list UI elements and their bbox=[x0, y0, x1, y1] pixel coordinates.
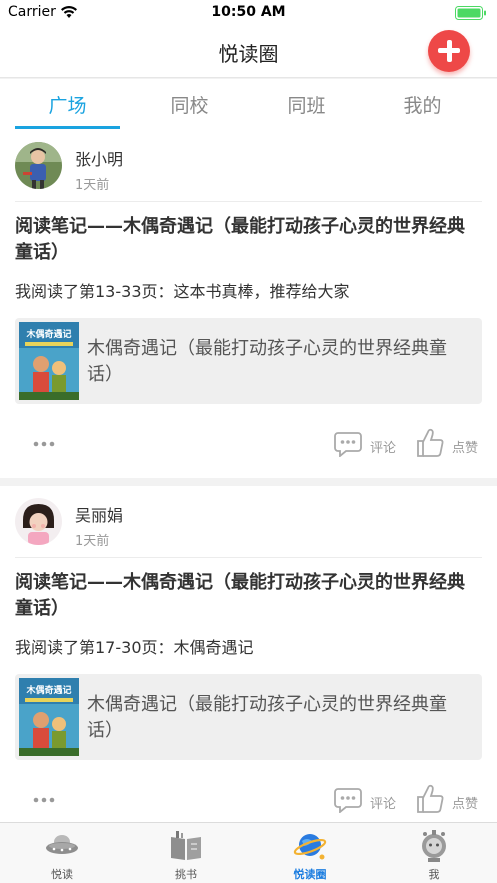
tab-mine[interactable]: 我的 bbox=[364, 91, 481, 118]
thumbs-up-icon bbox=[417, 428, 444, 457]
post-description: 我阅读了第13-33页：这本书真棒，推荐给大家 bbox=[15, 282, 350, 301]
tab-same-class[interactable]: 同班 bbox=[248, 91, 365, 118]
svg-text:木偶奇遇记: 木偶奇遇记 bbox=[25, 328, 71, 340]
comment-icon bbox=[334, 788, 362, 813]
status-bar: Carrier 10:50 AM bbox=[0, 0, 497, 26]
book-icon bbox=[171, 831, 201, 860]
ufo-icon bbox=[46, 835, 78, 854]
post-header: 吴丽娟 1天前 bbox=[0, 486, 497, 556]
bottom-tab-bar: 悦读 挑书 悦读圈 我 bbox=[0, 822, 497, 883]
thumbs-up-icon bbox=[417, 784, 444, 813]
tabbar-label: 悦读圈 bbox=[293, 868, 327, 881]
more-icon[interactable] bbox=[32, 440, 56, 448]
nav-bar: 悦读圈 bbox=[0, 26, 497, 78]
author-name[interactable]: 吴丽娟 bbox=[75, 502, 123, 526]
comment-button[interactable]: 评论 bbox=[334, 786, 404, 816]
status-time: 10:50 AM bbox=[211, 4, 286, 20]
divider bbox=[15, 201, 482, 202]
comment-icon bbox=[334, 432, 362, 457]
post-header: 张小明 1天前 bbox=[0, 130, 497, 200]
like-label: 点赞 bbox=[452, 797, 479, 812]
book-cover: 木偶奇遇记 bbox=[19, 678, 79, 756]
tabbar-label: 挑书 bbox=[175, 868, 197, 881]
tabbar-label: 我 bbox=[428, 868, 440, 881]
comment-button[interactable]: 评论 bbox=[334, 430, 404, 460]
like-button[interactable]: 点赞 bbox=[416, 784, 486, 816]
avatar[interactable] bbox=[15, 142, 62, 189]
book-card[interactable]: 木偶奇遇记 木偶奇遇记（最能打动孩子心灵的世界经典童话） bbox=[15, 674, 482, 760]
post-time: 1天前 bbox=[75, 178, 110, 193]
post-time: 1天前 bbox=[75, 534, 110, 549]
tabbar-item-read[interactable]: 悦读 bbox=[0, 823, 124, 883]
post-title[interactable]: 阅读笔记——木偶奇遇记（最能打动孩子心灵的世界经典童话） bbox=[15, 570, 480, 622]
post-title[interactable]: 阅读笔记——木偶奇遇记（最能打动孩子心灵的世界经典童话） bbox=[15, 214, 480, 266]
book-cover: 木偶奇遇记 bbox=[19, 322, 79, 400]
comment-label: 评论 bbox=[370, 797, 397, 812]
robot-icon bbox=[422, 830, 446, 862]
tabbar-label: 悦读 bbox=[51, 868, 73, 881]
tabbar-item-me[interactable]: 我 bbox=[372, 823, 496, 883]
post-card[interactable]: 张小明 1天前 阅读笔记——木偶奇遇记（最能打动孩子心灵的世界经典童话） 我阅读… bbox=[0, 130, 497, 478]
feed-tabs: 广场 同校 同班 我的 bbox=[0, 79, 497, 130]
avatar[interactable] bbox=[15, 498, 62, 545]
like-label: 点赞 bbox=[452, 441, 479, 456]
tab-square[interactable]: 广场 bbox=[9, 91, 126, 118]
tabbar-item-pick-books[interactable]: 挑书 bbox=[124, 823, 248, 883]
like-button[interactable]: 点赞 bbox=[416, 428, 486, 460]
add-post-button[interactable] bbox=[428, 30, 470, 72]
book-title: 木偶奇遇记（最能打动孩子心灵的世界经典童话） bbox=[87, 338, 447, 385]
planet-icon bbox=[293, 834, 327, 860]
svg-text:木偶奇遇记: 木偶奇遇记 bbox=[25, 684, 71, 696]
more-icon[interactable] bbox=[32, 796, 56, 804]
comment-label: 评论 bbox=[370, 441, 397, 456]
tab-indicator bbox=[15, 126, 120, 129]
author-name[interactable]: 张小明 bbox=[75, 146, 123, 170]
tab-same-school[interactable]: 同校 bbox=[131, 91, 248, 118]
tabbar-item-reading-circle[interactable]: 悦读圈 bbox=[248, 823, 372, 883]
post-card[interactable]: 吴丽娟 1天前 阅读笔记——木偶奇遇记（最能打动孩子心灵的世界经典童话） 我阅读… bbox=[0, 486, 497, 822]
page-title: 悦读圈 bbox=[218, 42, 279, 66]
battery-icon bbox=[455, 6, 486, 20]
feed-list[interactable]: 张小明 1天前 阅读笔记——木偶奇遇记（最能打动孩子心灵的世界经典童话） 我阅读… bbox=[0, 130, 497, 822]
book-title: 木偶奇遇记（最能打动孩子心灵的世界经典童话） bbox=[87, 694, 447, 741]
post-description: 我阅读了第17-30页：木偶奇遇记 bbox=[15, 638, 254, 657]
book-card[interactable]: 木偶奇遇记 木偶奇遇记（最能打动孩子心灵的世界经典童话） bbox=[15, 318, 482, 404]
divider bbox=[15, 557, 482, 558]
